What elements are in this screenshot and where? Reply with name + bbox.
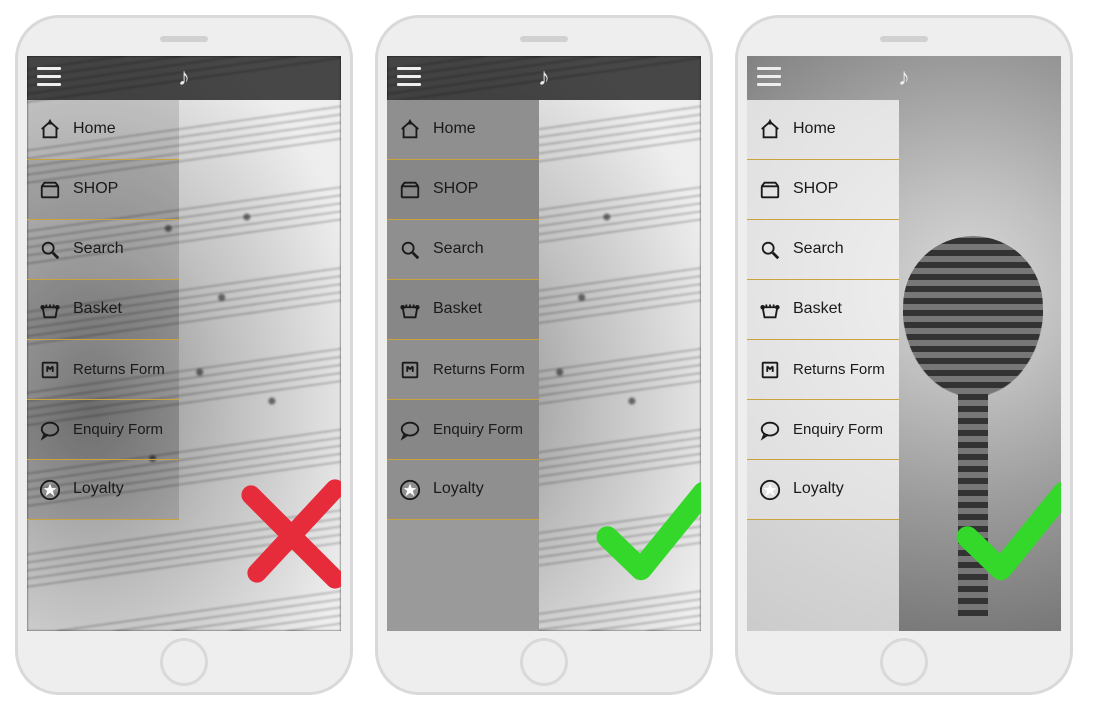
- sidebar-item-enquiry[interactable]: Enquiry Form: [387, 400, 539, 460]
- sidebar-item-label: Enquiry Form: [793, 421, 889, 438]
- sidebar-item-label: Home: [433, 120, 529, 138]
- music-note-logo: ♪: [898, 66, 910, 90]
- search-icon: [757, 239, 783, 261]
- side-drawer: Home SHOP Search Basket Returns Form Enq…: [27, 100, 179, 631]
- sidebar-item-label: SHOP: [73, 180, 169, 198]
- sidebar-item-search[interactable]: Search: [747, 220, 899, 280]
- enquiry-icon: [37, 419, 63, 441]
- drawer-filler: [27, 520, 179, 631]
- side-drawer: Home SHOP Search Basket Returns Form Enq…: [747, 100, 899, 631]
- sidebar-item-basket[interactable]: Basket: [747, 280, 899, 340]
- sidebar-item-shop[interactable]: SHOP: [747, 160, 899, 220]
- sidebar-item-enquiry[interactable]: Enquiry Form: [747, 400, 899, 460]
- sidebar-item-label: SHOP: [793, 180, 889, 198]
- music-note-logo: ♪: [538, 66, 550, 90]
- sidebar-item-label: Loyalty: [793, 480, 889, 498]
- sidebar-item-home[interactable]: Home: [387, 100, 539, 160]
- sidebar-item-shop[interactable]: SHOP: [27, 160, 179, 220]
- basket-icon: [397, 299, 423, 321]
- sidebar-item-basket[interactable]: Basket: [387, 280, 539, 340]
- sidebar-item-label: Basket: [793, 300, 889, 318]
- sidebar-item-label: Search: [793, 240, 889, 258]
- phone-screen: ♪ Home SHOP Search Basket Returns Form: [747, 56, 1061, 631]
- phone-3: ♪ Home SHOP Search Basket Returns Form: [735, 15, 1073, 695]
- app-topbar: ♪: [387, 56, 701, 100]
- hamburger-menu-button[interactable]: [757, 67, 781, 87]
- home-icon: [37, 119, 63, 141]
- phone-speaker: [160, 36, 208, 42]
- phone-speaker: [880, 36, 928, 42]
- loyalty-icon: [397, 479, 423, 501]
- home-icon: [397, 119, 423, 141]
- drawer-filler: [387, 520, 539, 631]
- sidebar-item-label: Enquiry Form: [73, 421, 169, 438]
- sidebar-item-shop[interactable]: SHOP: [387, 160, 539, 220]
- shop-icon: [397, 179, 423, 201]
- returns-icon: [397, 359, 423, 381]
- sidebar-item-label: Enquiry Form: [433, 421, 529, 438]
- sidebar-item-label: Home: [73, 120, 169, 138]
- sidebar-item-search[interactable]: Search: [387, 220, 539, 280]
- hamburger-menu-button[interactable]: [397, 67, 421, 87]
- sidebar-item-label: Basket: [433, 300, 529, 318]
- sidebar-item-loyalty[interactable]: Loyalty: [27, 460, 179, 520]
- sidebar-item-label: Basket: [73, 300, 169, 318]
- sidebar-item-enquiry[interactable]: Enquiry Form: [27, 400, 179, 460]
- sidebar-item-home[interactable]: Home: [27, 100, 179, 160]
- sidebar-item-returns[interactable]: Returns Form: [387, 340, 539, 400]
- sidebar-item-label: Home: [793, 120, 889, 138]
- sidebar-item-label: Returns Form: [793, 361, 889, 378]
- search-icon: [397, 239, 423, 261]
- app-topbar: ♪: [27, 56, 341, 100]
- sidebar-item-loyalty[interactable]: Loyalty: [387, 460, 539, 520]
- sidebar-item-label: Loyalty: [73, 480, 169, 498]
- basket-icon: [757, 299, 783, 321]
- drawer-filler: [747, 520, 899, 631]
- basket-icon: [37, 299, 63, 321]
- phone-2: ♪ Home SHOP Search Basket Returns Form: [375, 15, 713, 695]
- phone-home-button: [160, 638, 208, 686]
- sidebar-item-basket[interactable]: Basket: [27, 280, 179, 340]
- returns-icon: [37, 359, 63, 381]
- comparison-stage: ♪ Home SHOP Search Basket Returns Form: [0, 0, 1106, 710]
- sidebar-item-label: Loyalty: [433, 480, 529, 498]
- sidebar-item-label: Returns Form: [433, 361, 529, 378]
- app-topbar: ♪: [747, 56, 1061, 100]
- hamburger-menu-button[interactable]: [37, 67, 61, 87]
- search-icon: [37, 239, 63, 261]
- returns-icon: [757, 359, 783, 381]
- sidebar-item-loyalty[interactable]: Loyalty: [747, 460, 899, 520]
- phone-speaker: [520, 36, 568, 42]
- phone-home-button: [520, 638, 568, 686]
- shop-icon: [37, 179, 63, 201]
- side-drawer: Home SHOP Search Basket Returns Form Enq…: [387, 100, 539, 631]
- music-note-logo: ♪: [178, 66, 190, 90]
- loyalty-icon: [757, 479, 783, 501]
- sidebar-item-label: Returns Form: [73, 361, 169, 378]
- sidebar-item-label: SHOP: [433, 180, 529, 198]
- sidebar-item-label: Search: [433, 240, 529, 258]
- shop-icon: [757, 179, 783, 201]
- sidebar-item-returns[interactable]: Returns Form: [27, 340, 179, 400]
- enquiry-icon: [397, 419, 423, 441]
- enquiry-icon: [757, 419, 783, 441]
- sidebar-item-label: Search: [73, 240, 169, 258]
- phone-home-button: [880, 638, 928, 686]
- home-icon: [757, 119, 783, 141]
- sidebar-item-search[interactable]: Search: [27, 220, 179, 280]
- loyalty-icon: [37, 479, 63, 501]
- sidebar-item-home[interactable]: Home: [747, 100, 899, 160]
- phone-screen: ♪ Home SHOP Search Basket Returns Form: [27, 56, 341, 631]
- phone-screen: ♪ Home SHOP Search Basket Returns Form: [387, 56, 701, 631]
- phone-1: ♪ Home SHOP Search Basket Returns Form: [15, 15, 353, 695]
- sidebar-item-returns[interactable]: Returns Form: [747, 340, 899, 400]
